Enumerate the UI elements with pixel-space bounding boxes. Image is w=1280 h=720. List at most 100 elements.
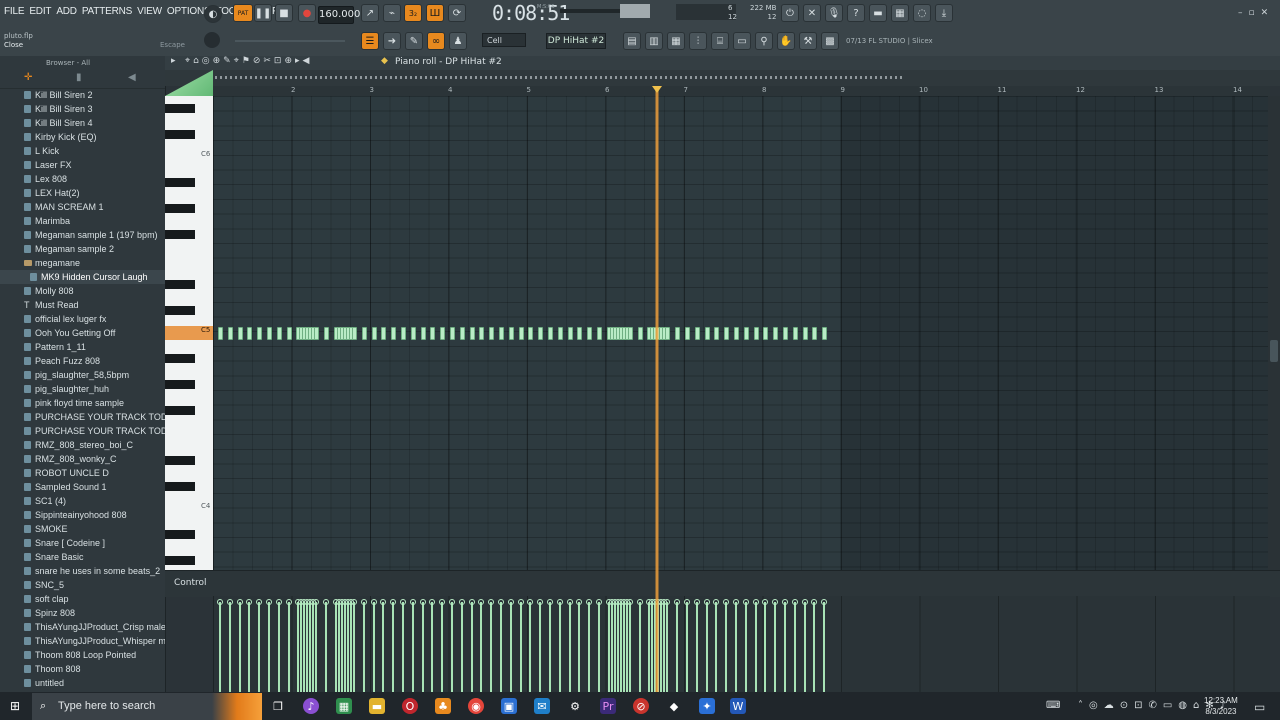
velocity-bar[interactable] — [441, 602, 444, 692]
black-key[interactable] — [165, 230, 195, 239]
velocity-bar[interactable] — [539, 602, 542, 692]
velocity-handle[interactable] — [236, 599, 243, 605]
browser-speaker-icon[interactable]: ◀ — [128, 72, 136, 83]
velocity-handle[interactable] — [782, 599, 788, 605]
browser-item[interactable]: RMZ_808_stereo_boi_C — [0, 438, 165, 452]
velocity-bar[interactable] — [287, 602, 290, 692]
stop-button[interactable]: ■ — [275, 4, 293, 22]
velocity-pane[interactable] — [213, 596, 1270, 692]
browser-item[interactable]: pink floyd time sample — [0, 396, 165, 410]
velocity-bar[interactable] — [277, 602, 280, 692]
velocity-bar[interactable] — [460, 602, 463, 692]
browser-item[interactable]: Kill Bill Siren 3 — [0, 102, 165, 116]
record-app-icon[interactable]: ⊘ — [633, 698, 649, 714]
refresh-icon[interactable]: ⏻ — [781, 4, 799, 22]
black-key[interactable] — [165, 556, 195, 565]
piano-roll-overview[interactable] — [165, 70, 1280, 86]
velocity-bar[interactable] — [350, 602, 352, 692]
velocity-bar[interactable] — [268, 602, 270, 692]
browser-item[interactable]: Thoom 808 Loop Pointed — [0, 648, 165, 662]
velocity-bar[interactable] — [568, 602, 571, 692]
playhead[interactable] — [655, 86, 659, 692]
master-volume-slider[interactable] — [560, 9, 620, 13]
velocity-bar[interactable] — [344, 602, 346, 692]
premiere-icon[interactable]: Pr — [600, 698, 616, 714]
velocity-bar[interactable] — [341, 602, 343, 692]
browser-item[interactable]: Pattern 1_11 — [0, 340, 165, 354]
velocity-bar[interactable] — [470, 602, 473, 692]
velocity-handle[interactable] — [742, 599, 749, 605]
velocity-bar[interactable] — [219, 602, 221, 692]
velocity-bar[interactable] — [744, 602, 747, 692]
velocity-handle[interactable] — [409, 599, 416, 605]
velocity-bar[interactable] — [300, 602, 303, 692]
tempo-display[interactable]: 160.000 — [318, 6, 360, 24]
browser-item[interactable]: Sippinteainyohood 808 — [0, 508, 165, 522]
velocity-handle[interactable] — [468, 599, 475, 605]
velocity-bar[interactable] — [622, 602, 625, 692]
velocity-bar[interactable] — [490, 602, 493, 692]
metronome-icon[interactable]: ↗ — [361, 4, 379, 22]
black-key[interactable] — [165, 178, 195, 187]
step-edit-icon[interactable]: Ш — [426, 4, 444, 22]
velocity-bar[interactable] — [347, 602, 349, 692]
file-explorer-icon[interactable]: ▬ — [369, 698, 385, 714]
browser-item[interactable]: RMZ_808_wonky_C — [0, 452, 165, 466]
velocity-bar[interactable] — [705, 602, 708, 692]
velocity-handle[interactable] — [801, 599, 808, 605]
velocity-bar[interactable] — [663, 602, 666, 692]
grid-app-icon[interactable]: ▦ — [336, 698, 352, 714]
velocity-bar[interactable] — [676, 602, 679, 692]
windows-start-icon[interactable]: ⊞ — [10, 699, 20, 713]
velocity-bar[interactable] — [628, 602, 631, 692]
browser-item[interactable]: Megaman sample 1 (197 bpm) — [0, 228, 165, 242]
velocity-handle[interactable] — [703, 599, 710, 605]
velocity-handle[interactable] — [636, 599, 643, 605]
master-pitch-slider[interactable] — [235, 40, 345, 42]
velocity-bar[interactable] — [616, 602, 619, 692]
notification-icon[interactable]: ▭ — [1254, 700, 1265, 714]
browser-item[interactable]: untitled — [0, 676, 165, 690]
word-icon[interactable]: W — [730, 698, 746, 714]
download-icon[interactable]: ⤓ — [935, 4, 953, 22]
menu-add[interactable]: ADD — [56, 6, 77, 17]
record-button[interactable]: ● — [298, 4, 316, 22]
settings-icon[interactable]: ⚙ — [567, 698, 583, 714]
pause-button[interactable]: ❚❚ — [254, 4, 272, 22]
touch-keyboard-icon[interactable]: ✋ — [777, 32, 795, 50]
fl-studio-icon[interactable]: ♣ — [435, 698, 451, 714]
black-key[interactable] — [165, 456, 195, 465]
timeline-ruler[interactable]: 2 3 4 5 6 7 8 9 10 11 12 13 14 — [213, 86, 1270, 96]
velocity-handle[interactable] — [752, 599, 759, 605]
browser-item[interactable]: T Must Read — [0, 298, 165, 312]
task-view-icon[interactable]: ❐ — [270, 698, 286, 714]
velocity-bar[interactable] — [451, 602, 453, 692]
velocity-handle[interactable] — [226, 599, 233, 605]
black-key[interactable] — [165, 280, 195, 289]
velocity-bar[interactable] — [607, 602, 610, 692]
help-icon[interactable]: ? — [847, 4, 865, 22]
browser-icon[interactable]: ▭ — [733, 32, 751, 50]
window-controls[interactable]: –▫✕ — [1238, 8, 1274, 18]
velocity-handle[interactable] — [458, 599, 465, 605]
browser-item[interactable]: ROBOT UNCLE D — [0, 466, 165, 480]
main-volume-knob[interactable] — [204, 32, 220, 48]
browser-item[interactable]: soft clap — [0, 592, 165, 606]
browser-item[interactable]: pig_slaughter_huh — [0, 382, 165, 396]
velocity-bar[interactable] — [325, 602, 328, 692]
velocity-bar[interactable] — [725, 602, 728, 692]
piano-roll-menu-icon[interactable]: ▸ — [171, 56, 176, 66]
velocity-handle[interactable] — [547, 599, 553, 605]
black-key[interactable] — [165, 530, 195, 539]
velocity-bar[interactable] — [638, 602, 641, 692]
mixer-icon[interactable]: ⫶ — [689, 32, 707, 50]
keyboard-layout-icon[interactable]: ⌨ — [1046, 700, 1060, 711]
channel-rack-icon[interactable]: ▦ — [667, 32, 685, 50]
velocity-bar[interactable] — [588, 602, 591, 692]
black-key[interactable] — [165, 130, 195, 139]
velocity-handle[interactable] — [266, 599, 272, 605]
browser-item[interactable]: Lex 808 — [0, 172, 165, 186]
menu-patterns[interactable]: PATTERNS — [82, 6, 132, 17]
velocity-bar[interactable] — [248, 602, 251, 692]
browser-item[interactable]: Kill Bill Siren 2 — [0, 88, 165, 102]
